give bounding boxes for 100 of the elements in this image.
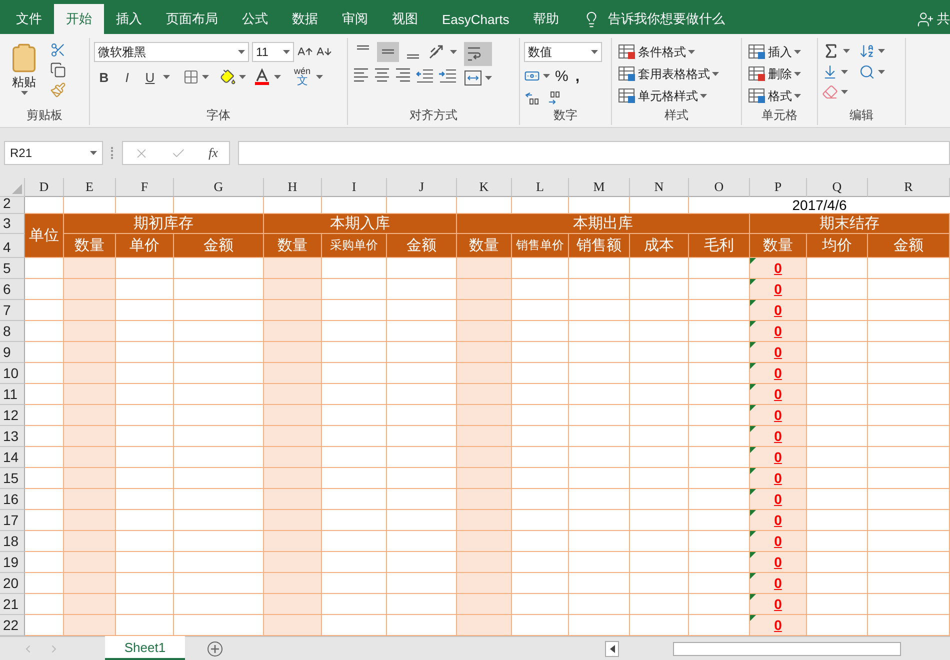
row-header[interactable]: 7 — [0, 300, 25, 321]
row-header[interactable]: 19 — [0, 552, 25, 573]
row-header[interactable]: 15 — [0, 468, 25, 489]
name-box[interactable]: R21 — [4, 141, 103, 165]
column-header[interactable]: J — [387, 178, 457, 197]
ribbon-tab[interactable]: 文件 — [4, 4, 54, 34]
styles-menu-button[interactable]: 条件格式 — [616, 42, 721, 62]
caret-icon — [485, 76, 492, 80]
column-header[interactable]: K — [457, 178, 512, 197]
row-header[interactable]: 17 — [0, 510, 25, 531]
header-cell: 数量 — [64, 234, 116, 258]
header-cell: 数量 — [457, 234, 512, 258]
underline-button[interactable]: U — [140, 67, 160, 87]
row-header[interactable]: 13 — [0, 426, 25, 447]
ribbon-tab[interactable]: 帮助 — [521, 4, 572, 34]
font-name-field[interactable]: 微软雅黑 — [94, 42, 249, 62]
styles-menu-button[interactable]: 套用表格格式 — [616, 64, 721, 84]
column-header[interactable]: F — [116, 178, 174, 197]
group-label: 编辑 — [848, 107, 874, 124]
column-header[interactable]: Q — [807, 178, 868, 197]
insert-function-button[interactable]: fx — [208, 145, 218, 161]
row-header[interactable]: 12 — [0, 405, 25, 426]
row-header[interactable]: 9 — [0, 342, 25, 363]
borders-icon[interactable] — [183, 69, 199, 85]
caret-icon — [591, 50, 598, 54]
ribbon-tab[interactable]: 数据 — [280, 4, 330, 34]
cells-menu-button[interactable]: 格式 — [746, 86, 803, 106]
row-header[interactable]: 11 — [0, 384, 25, 405]
header-cell: 数量 — [750, 234, 807, 258]
sort-icon[interactable] — [859, 43, 875, 59]
ribbon-tab[interactable]: 视图 — [380, 4, 430, 34]
header-cell: 毛利 — [689, 234, 750, 258]
font-size-field[interactable]: 11 — [252, 42, 294, 62]
cells-menu-button[interactable]: 删除 — [746, 64, 803, 84]
column-header[interactable]: R — [868, 178, 950, 197]
row-header[interactable]: 2 — [0, 197, 25, 214]
bold-button[interactable]: B — [94, 67, 114, 87]
styles-menu-button[interactable]: 单元格样式 — [616, 86, 721, 106]
table-cell: 0 — [750, 342, 807, 363]
header-cell: 金额 — [174, 234, 264, 258]
column-header[interactable]: N — [630, 178, 689, 197]
fill-down-icon[interactable] — [822, 64, 838, 80]
ribbon-tab[interactable]: 页面布局 — [154, 4, 230, 34]
ribbon-tab[interactable]: EasyCharts — [430, 4, 522, 34]
row-header[interactable]: 22 — [0, 615, 25, 636]
add-sheet-icon[interactable] — [207, 640, 223, 656]
tell-me-search[interactable]: 告诉我你想要做什么 — [608, 10, 726, 28]
ribbon-tab[interactable]: 公式 — [230, 4, 280, 34]
column-header[interactable]: O — [689, 178, 750, 197]
cut-icon[interactable] — [50, 42, 66, 58]
column-header[interactable]: P — [750, 178, 807, 197]
copy-icon[interactable] — [50, 62, 66, 78]
row-header[interactable]: 20 — [0, 573, 25, 594]
column-header[interactable]: L — [512, 178, 569, 197]
phonetic-button[interactable]: wén 文 — [292, 66, 313, 88]
search-icon[interactable] — [859, 64, 875, 80]
column-header[interactable]: D — [25, 178, 64, 197]
table-cell: 0 — [750, 510, 807, 531]
formula-field[interactable] — [238, 141, 950, 165]
caret-icon — [712, 72, 719, 76]
column-header[interactable]: M — [569, 178, 630, 197]
table-cell — [387, 197, 457, 214]
align-right-icon[interactable] — [394, 66, 412, 84]
left-arrow-icon — [610, 644, 614, 652]
table-cell: 0 — [750, 405, 807, 426]
row-header[interactable]: 14 — [0, 447, 25, 468]
caret-icon — [239, 75, 246, 79]
row-header[interactable]: 6 — [0, 279, 25, 300]
align-left-icon[interactable] — [352, 66, 370, 84]
ribbon-tab[interactable]: 审阅 — [330, 4, 380, 34]
font-color-icon[interactable] — [253, 68, 271, 86]
column-header[interactable]: G — [174, 178, 264, 197]
row-header[interactable]: 3 — [0, 214, 25, 234]
cells-menu-button[interactable]: 插入 — [746, 42, 803, 62]
column-header[interactable]: I — [322, 178, 387, 197]
sheet-tab[interactable]: Sheet1 — [105, 636, 185, 660]
row-header[interactable]: 4 — [0, 234, 25, 258]
number-format-field[interactable]: 数值 — [524, 42, 602, 62]
percent-button[interactable]: % — [553, 66, 570, 86]
column-header[interactable]: E — [64, 178, 116, 197]
row-header[interactable]: 5 — [0, 258, 25, 279]
scrollbar-thumb[interactable] — [673, 642, 901, 656]
row-header[interactable]: 21 — [0, 594, 25, 615]
fill-color-icon[interactable] — [220, 69, 236, 85]
caret-icon — [794, 72, 801, 76]
column-header[interactable]: H — [264, 178, 322, 197]
row-header[interactable]: 10 — [0, 363, 25, 384]
align-center-icon[interactable] — [373, 66, 391, 84]
row-header[interactable]: 18 — [0, 531, 25, 552]
row-header[interactable]: 8 — [0, 321, 25, 342]
ribbon-tab[interactable]: 开始 — [54, 4, 104, 34]
row-header[interactable]: 16 — [0, 489, 25, 510]
scroll-left-button[interactable] — [605, 640, 619, 656]
ribbon-tab[interactable]: 插入 — [104, 4, 154, 34]
share-button[interactable]: 共 — [917, 4, 950, 34]
wrap-text-button[interactable] — [464, 42, 492, 66]
merge-cells-icon[interactable] — [464, 70, 482, 86]
paste-button[interactable]: 粘贴 — [4, 42, 44, 107]
italic-button[interactable]: I — [117, 67, 137, 87]
comma-button[interactable]: , — [573, 66, 582, 86]
